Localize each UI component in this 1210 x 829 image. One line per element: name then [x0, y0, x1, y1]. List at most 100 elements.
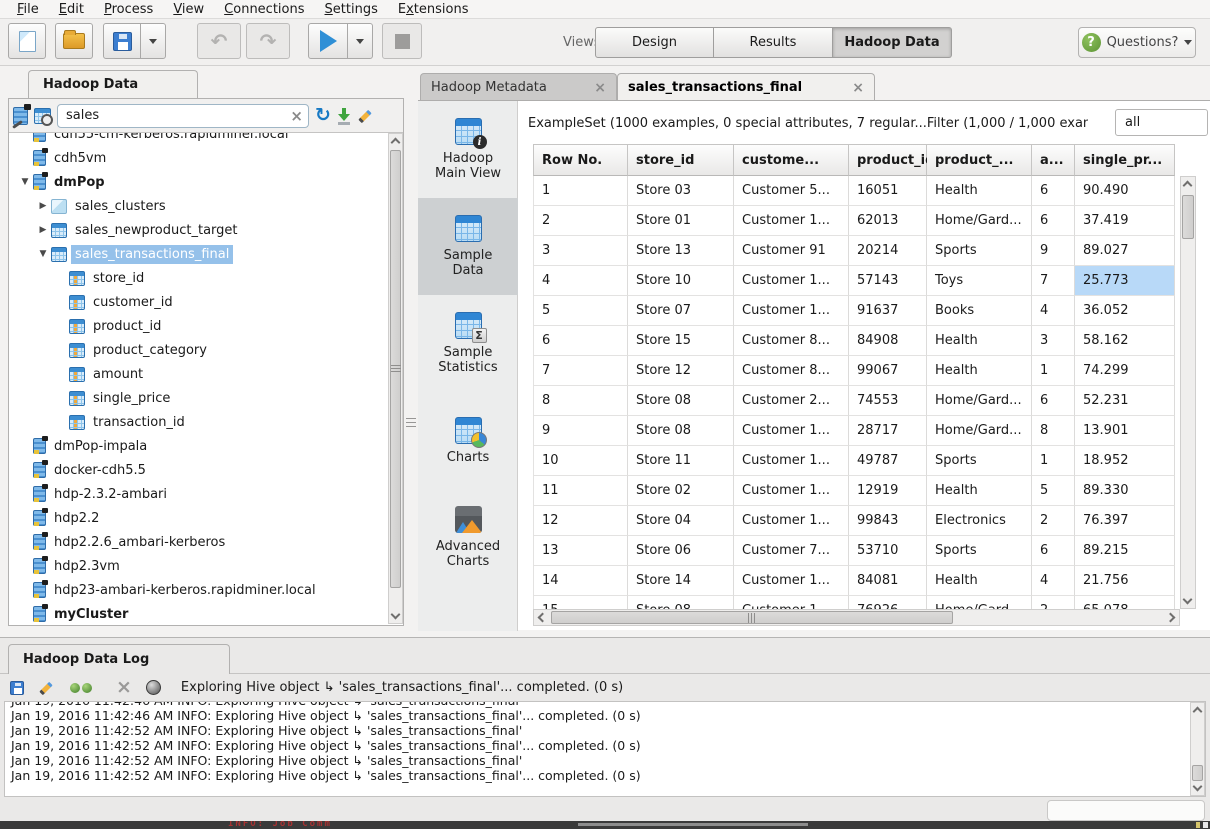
cell[interactable]: 9 [1032, 236, 1075, 266]
cell[interactable]: Store 04 [628, 506, 734, 536]
scroll-right-icon[interactable] [1166, 613, 1176, 623]
table-row[interactable]: 7Store 12Customer 8...99067Health174.299 [533, 356, 1180, 386]
tree-item-hdp2-2[interactable]: hdp2.2 [9, 506, 403, 530]
close-icon[interactable]: × [852, 80, 864, 96]
save-dropdown-button[interactable] [140, 23, 166, 59]
cell[interactable]: 21.756 [1075, 566, 1175, 596]
cell[interactable]: Store 08 [628, 416, 734, 446]
cell[interactable]: Toys [927, 266, 1032, 296]
scroll-up-icon[interactable] [391, 138, 401, 148]
cell[interactable]: 20214 [849, 236, 927, 266]
tree-item-product-category[interactable]: product_category [9, 338, 403, 362]
cell[interactable]: Store 02 [628, 476, 734, 506]
edit-icon[interactable] [357, 107, 375, 125]
column-header-a[interactable]: a... [1032, 144, 1075, 176]
cell[interactable]: Customer 2... [734, 386, 849, 416]
delete-log-icon[interactable]: × [116, 678, 132, 697]
table-row[interactable]: 1Store 03Customer 5...16051Health690.490 [533, 176, 1180, 206]
scroll-down-icon[interactable] [391, 610, 401, 620]
column-header-row-no[interactable]: Row No. [533, 144, 628, 176]
cell[interactable]: 52.231 [1075, 386, 1175, 416]
cell[interactable]: Sports [927, 446, 1032, 476]
search-log-icon[interactable] [70, 682, 92, 694]
cell[interactable]: 76926 [849, 596, 927, 609]
cell[interactable]: 53710 [849, 536, 927, 566]
marker-icon[interactable] [146, 680, 161, 695]
view-button-results[interactable]: Results [714, 27, 833, 58]
cell[interactable]: 99843 [849, 506, 927, 536]
cell[interactable]: 37.419 [1075, 206, 1175, 236]
column-header-store-id[interactable]: store_id [628, 144, 734, 176]
cell[interactable]: Customer 1... [734, 476, 849, 506]
expander-icon[interactable]: ▶ [35, 201, 51, 211]
cell[interactable]: Store 07 [628, 296, 734, 326]
log-scrollbar-thumb[interactable] [1192, 765, 1203, 781]
view-button-hadoop-data[interactable]: Hadoop Data [833, 27, 952, 58]
cell[interactable]: Home/Gard... [927, 596, 1032, 609]
tree-item-dmpop-impala[interactable]: dmPop-impala [9, 434, 403, 458]
cell[interactable]: Electronics [927, 506, 1032, 536]
expander-icon[interactable]: ▶ [35, 225, 51, 235]
table-row[interactable]: 11Store 02Customer 1...12919Health589.33… [533, 476, 1180, 506]
table-hscrollbar-thumb[interactable] [551, 611, 953, 624]
table-row[interactable]: 8Store 08Customer 2...74553Home/Gard...6… [533, 386, 1180, 416]
cell[interactable]: 57143 [849, 266, 927, 296]
cell[interactable]: Customer 1... [734, 566, 849, 596]
cell[interactable]: 1 [1032, 446, 1075, 476]
cell[interactable]: 4 [1032, 296, 1075, 326]
cell[interactable]: Health [927, 476, 1032, 506]
tree-item-transaction-id[interactable]: transaction_id [9, 410, 403, 434]
tree-item-hdp2-3vm[interactable]: hdp2.3vm [9, 554, 403, 578]
cell[interactable]: 84908 [849, 326, 927, 356]
log-panel-tab[interactable]: Hadoop Data Log [8, 644, 230, 674]
tree-scrollbar-thumb[interactable] [390, 150, 401, 588]
table-vscrollbar-thumb[interactable] [1182, 195, 1194, 239]
save-button[interactable] [103, 23, 141, 59]
run-dropdown-button[interactable] [347, 23, 373, 59]
menu-item-file[interactable]: File [8, 1, 48, 18]
hadoop-data-panel-tab[interactable]: Hadoop Data [28, 70, 198, 98]
tree-item-mycluster[interactable]: myCluster [9, 602, 403, 625]
cell[interactable]: 5 [1032, 476, 1075, 506]
cell[interactable]: Sports [927, 236, 1032, 266]
cell[interactable]: 2 [1032, 596, 1075, 609]
cell[interactable]: Store 08 [628, 386, 734, 416]
menu-item-settings[interactable]: Settings [316, 1, 387, 18]
cell[interactable]: 99067 [849, 356, 927, 386]
cell[interactable]: 91637 [849, 296, 927, 326]
selected-cell[interactable]: 25.773 [1075, 266, 1175, 296]
cell[interactable]: 7 [533, 356, 628, 386]
scroll-down-icon[interactable] [1183, 595, 1193, 605]
cell[interactable]: Customer 8... [734, 326, 849, 356]
cell[interactable]: Health [927, 326, 1032, 356]
panel-splitter[interactable] [404, 98, 418, 626]
questions-button[interactable]: ? Questions? [1078, 27, 1196, 58]
table-row[interactable]: 15Store 08Customer 1...76926Home/Gard...… [533, 596, 1180, 609]
menu-item-edit[interactable]: Edit [50, 1, 93, 18]
log-output[interactable]: Jan 19, 2016 11:42:46 AM INFO: Exploring… [4, 701, 1206, 797]
tree-item-hdp23-ambari-kerberos-rapidminer-local[interactable]: hdp23-ambari-kerberos.rapidminer.local [9, 578, 403, 602]
stop-button[interactable] [382, 23, 422, 59]
expander-icon[interactable]: ▼ [35, 249, 51, 259]
cell[interactable]: Health [927, 356, 1032, 386]
column-header-single-pr[interactable]: single_pr... [1075, 144, 1175, 176]
column-header-product-id[interactable]: product_id [849, 144, 927, 176]
clear-search-icon[interactable]: × [290, 107, 303, 125]
table-row[interactable]: 5Store 07Customer 1...91637Books436.052 [533, 296, 1180, 326]
tree-item-single-price[interactable]: single_price [9, 386, 403, 410]
cell[interactable]: 15 [533, 596, 628, 609]
cell[interactable]: 7 [1032, 266, 1075, 296]
view-button-design[interactable]: Design [595, 27, 714, 58]
cell[interactable]: Store 15 [628, 326, 734, 356]
column-header-custome[interactable]: custome... [734, 144, 849, 176]
tab-sales-transactions-final[interactable]: sales_transactions_final× [617, 73, 875, 101]
cell[interactable]: 16051 [849, 176, 927, 206]
log-vertical-scrollbar[interactable] [1190, 702, 1205, 796]
filter-combobox[interactable]: all [1115, 109, 1208, 136]
menu-item-view[interactable]: View [164, 1, 213, 18]
tree-item-sales-clusters[interactable]: ▶sales_clusters [9, 194, 403, 218]
cell[interactable]: 89.330 [1075, 476, 1175, 506]
cell[interactable]: 3 [533, 236, 628, 266]
cell[interactable]: 1 [533, 176, 628, 206]
cell[interactable]: Customer 1... [734, 206, 849, 236]
